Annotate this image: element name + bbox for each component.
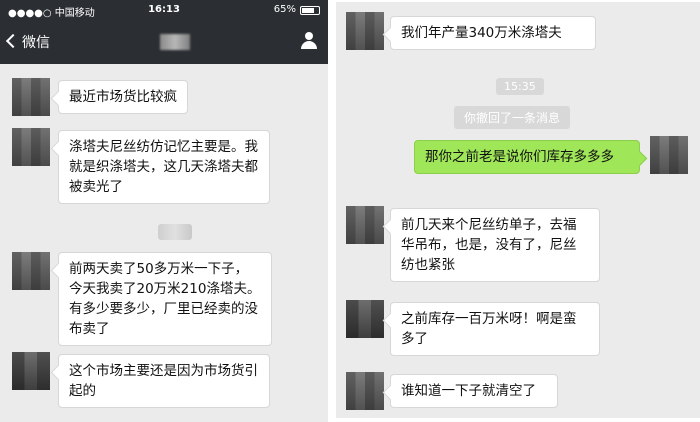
chat-screenshot-right: 我们年产量340万米涤塔夫 15:35 你撤回了一条消息 那你之前老是说你们库存… (336, 2, 700, 418)
avatar[interactable] (12, 252, 50, 290)
my-message-bubble: 那你之前老是说你们库存多多多 (414, 140, 640, 174)
avatar[interactable] (12, 352, 50, 390)
message-bubble: 前两天卖了50多万米一下子，今天我卖了20万米210涤塔夫。有多少要多少，厂里已… (58, 252, 272, 346)
chat-screenshot-left: ●●●●○ 中国移动 16:13 65% 微信 最近市场货比较疯 涤塔夫尼丝纺仿… (0, 0, 328, 422)
avatar[interactable] (12, 78, 50, 116)
back-button[interactable]: 微信 (5, 32, 50, 52)
avatar[interactable] (346, 206, 384, 244)
message-bubble: 最近市场货比较疯 (58, 80, 188, 114)
chevron-left-icon (5, 33, 21, 49)
avatar[interactable] (346, 372, 384, 410)
message-bubble: 这个市场主要还是因为市场货引起的 (58, 354, 270, 408)
message-bubble: 谁知道一下子就清空了 (390, 374, 558, 408)
avatar[interactable] (346, 12, 384, 50)
avatar[interactable] (346, 300, 384, 338)
chat-title-blurred (160, 34, 190, 50)
recall-notice: 你撤回了一条消息 (454, 106, 571, 129)
battery-percent: 65% (273, 4, 296, 15)
chat-navbar: 微信 (0, 20, 328, 64)
my-avatar[interactable] (650, 136, 688, 174)
battery-icon (300, 6, 320, 15)
back-label: 微信 (22, 35, 50, 51)
message-bubble: 前几天来个尼丝纺单子，去福华吊布，也是，没有了，尼丝纺也紧张 (390, 208, 600, 282)
time-chip: 15:35 (496, 78, 544, 95)
person-icon[interactable] (300, 32, 318, 50)
status-bar: ●●●●○ 中国移动 16:13 65% (0, 0, 328, 20)
time-chip-blurred (158, 224, 192, 240)
avatar[interactable] (12, 128, 50, 166)
message-bubble: 涤塔夫尼丝纺仿记忆主要是。我就是织涤塔夫，这几天涤塔夫都被卖光了 (58, 130, 270, 204)
message-bubble: 之前库存一百万米呀！啊是蛮多了 (390, 302, 600, 356)
message-bubble: 我们年产量340万米涤塔夫 (390, 16, 596, 50)
